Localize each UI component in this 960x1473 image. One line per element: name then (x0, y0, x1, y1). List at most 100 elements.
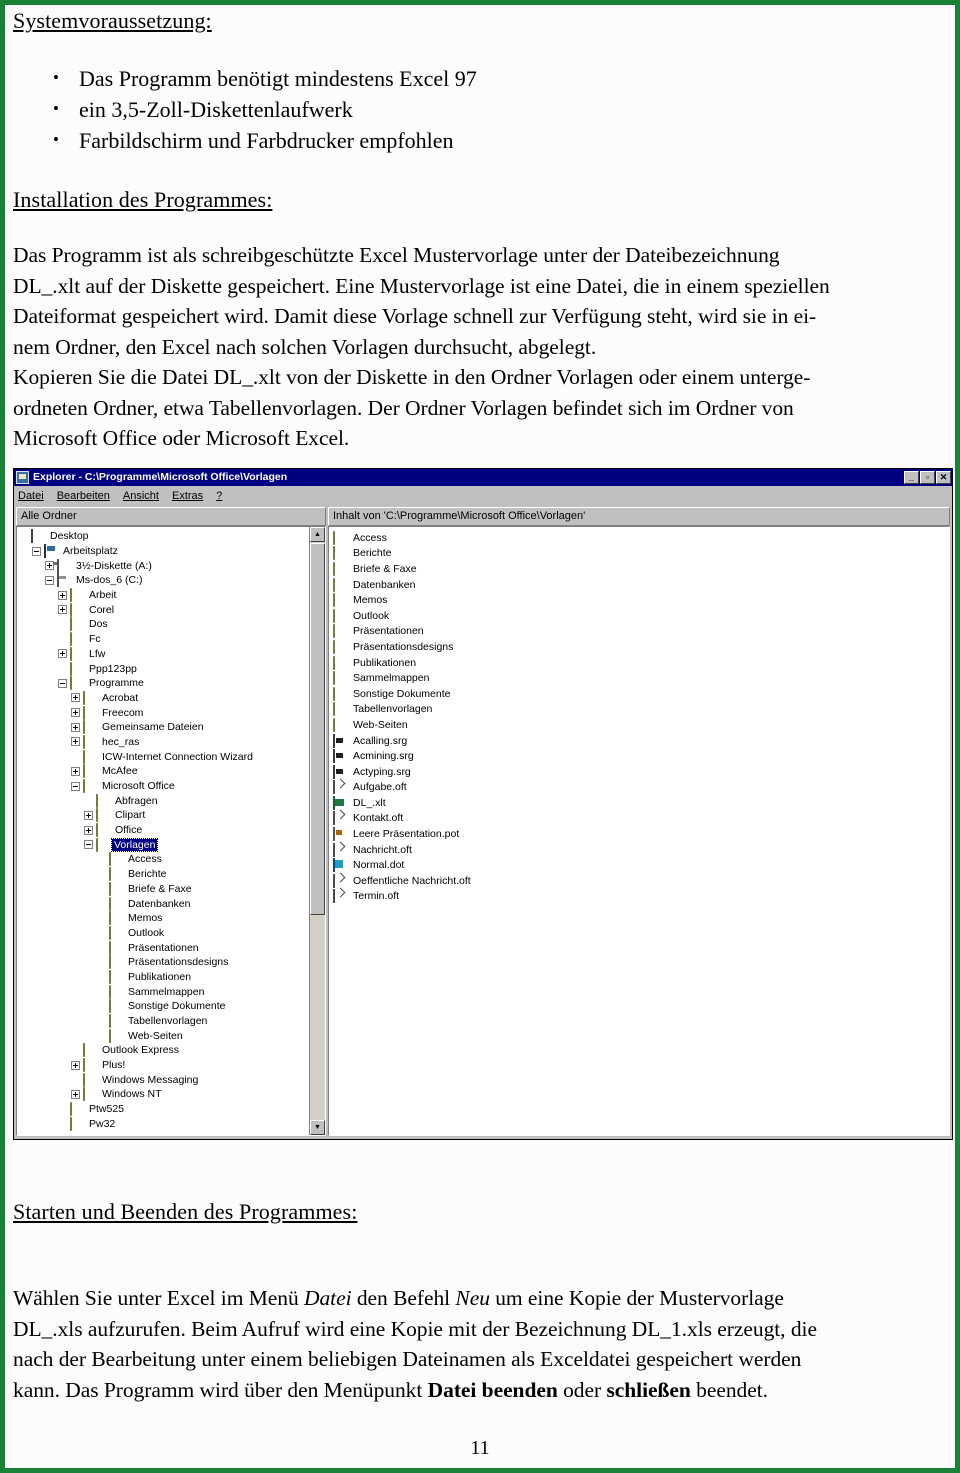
expand-icon[interactable] (71, 1089, 80, 1099)
folder-tree[interactable]: Desktop Arbeitsplatz 3½-Diskette (A:) Ms-do… (17, 527, 308, 1135)
tree-item[interactable]: Berichte (19, 867, 308, 882)
tree-item[interactable]: Acrobat (19, 690, 308, 706)
tree-item[interactable]: Präsentationsdesigns (19, 955, 308, 970)
tree-item[interactable]: Fc (19, 632, 308, 647)
tree-item[interactable]: Gemeinsame Dateien (19, 720, 308, 735)
collapse-icon[interactable] (32, 546, 41, 556)
file-list-item[interactable]: Access (333, 530, 949, 546)
tree-scroll-down-button[interactable]: ▼ (310, 1120, 325, 1135)
column-header-contents[interactable]: Inhalt von 'C:\Programme\Microsoft Offic… (328, 507, 950, 526)
tree-item[interactable]: Clipart (19, 808, 308, 823)
menu-datei[interactable]: Datei (18, 489, 44, 503)
collapse-icon[interactable] (58, 678, 67, 688)
collapse-icon[interactable] (84, 840, 93, 850)
tree-item[interactable]: Dos (19, 617, 308, 632)
file-list-item[interactable]: Präsentationsdesigns (333, 639, 949, 655)
tree-item[interactable]: Web-Seiten (19, 1028, 308, 1043)
tree-item[interactable]: Ppp123pp (19, 661, 308, 676)
file-list-item[interactable]: Acalling.srg (333, 733, 949, 749)
tree-item[interactable]: Lfw (19, 646, 308, 662)
file-list-item[interactable]: Sonstige Dokumente (333, 686, 949, 702)
tree-item[interactable]: Microsoft Office (19, 779, 308, 794)
file-list-item[interactable]: Briefe & Faxe (333, 561, 949, 577)
file-list-item[interactable]: Berichte (333, 546, 949, 562)
tree-item[interactable]: Programme (19, 676, 308, 691)
file-list-item[interactable]: Datenbanken (333, 577, 949, 593)
tree-item[interactable]: Memos (19, 911, 308, 926)
tree-item[interactable]: Freecom (19, 705, 308, 720)
tree-item[interactable]: Outlook (19, 925, 308, 941)
tree-item[interactable]: hec_ras (19, 734, 308, 750)
tree-item[interactable]: Präsentationen (19, 940, 308, 955)
tree-item[interactable]: Corel (19, 602, 308, 617)
menu-bearbeiten[interactable]: Bearbeiten (57, 489, 110, 503)
tree-item[interactable]: Arbeit (19, 588, 308, 603)
tree-item[interactable]: Vorlagen (19, 837, 308, 852)
tree-item[interactable]: Abfragen (19, 793, 308, 808)
expand-icon[interactable] (71, 737, 80, 747)
expand-icon[interactable] (84, 810, 93, 820)
tree-item[interactable]: Desktop (19, 529, 308, 544)
tree-item[interactable]: Publikationen (19, 969, 308, 985)
close-button[interactable]: ✕ (936, 471, 951, 484)
expand-icon[interactable] (71, 722, 80, 732)
menu-ansicht[interactable]: Ansicht (123, 489, 159, 503)
file-list-item[interactable]: Oeffentliche Nachricht.oft (333, 873, 949, 889)
tree-item[interactable]: Briefe & Faxe (19, 881, 308, 897)
tree-item[interactable]: Outlook Express (19, 1043, 308, 1058)
file-list-item[interactable]: Präsentationen (333, 624, 949, 640)
expand-icon[interactable] (58, 649, 67, 659)
tree-item[interactable]: Access (19, 852, 308, 867)
tree-item[interactable]: McAfee (19, 764, 308, 779)
file-list[interactable]: Access Berichte Briefe & Faxe Datenbanken Me… (329, 527, 949, 1135)
column-header-all-folders[interactable]: Alle Ordner (16, 507, 326, 526)
menu-help[interactable]: ? (216, 489, 222, 503)
file-list-item[interactable]: Tabellenvorlagen (333, 702, 949, 718)
file-list-item[interactable]: Nachricht.oft (333, 842, 949, 858)
file-list-item[interactable]: Leere Präsentation.pot (333, 826, 949, 842)
expand-icon[interactable] (71, 693, 80, 703)
collapse-icon[interactable] (45, 575, 54, 585)
menu-extras[interactable]: Extras (172, 489, 203, 503)
tree-item[interactable]: Windows NT (19, 1087, 308, 1102)
tree-item[interactable]: Plus! (19, 1058, 308, 1073)
tree-item[interactable]: Ptw525 (19, 1102, 308, 1117)
tree-item[interactable]: Office (19, 823, 308, 838)
file-list-item[interactable]: Web-Seiten (333, 717, 949, 733)
file-list-item[interactable]: Termin.oft (333, 889, 949, 905)
expand-icon[interactable] (58, 605, 67, 615)
tree-item[interactable]: Pw32 (19, 1116, 308, 1132)
file-list-item[interactable]: Kontakt.oft (333, 811, 949, 827)
tree-item[interactable]: Sammelmappen (19, 984, 308, 999)
expand-icon[interactable] (58, 590, 67, 600)
file-list-item[interactable]: Sammelmappen (333, 670, 949, 686)
file-list-item[interactable]: DL_.xlt (333, 795, 949, 811)
file-list-item[interactable]: Normal.dot (333, 857, 949, 873)
file-list-item[interactable]: Publikationen (333, 655, 949, 671)
tree-item[interactable]: Windows Messaging (19, 1072, 308, 1087)
file-list-item[interactable]: Memos (333, 592, 949, 608)
folder-tree-pane[interactable]: Desktop Arbeitsplatz 3½-Diskette (A:) Ms-do… (16, 526, 326, 1136)
file-list-pane[interactable]: Access Berichte Briefe & Faxe Datenbanken Me… (328, 526, 950, 1136)
tree-item[interactable]: Tabellenvorlagen (19, 1014, 308, 1029)
tree-item[interactable]: ICW-Internet Connection Wizard (19, 749, 308, 764)
file-list-item[interactable]: Actyping.srg (333, 764, 949, 780)
tree-item[interactable]: Ms-dos_6 (C:) (19, 573, 308, 588)
collapse-icon[interactable] (71, 781, 80, 791)
tree-item[interactable]: Arbeitsplatz (19, 544, 308, 559)
file-list-item[interactable]: Aufgabe.oft (333, 780, 949, 796)
expand-icon[interactable] (71, 708, 80, 718)
minimize-button[interactable]: _ (904, 471, 919, 484)
tree-scrollbar[interactable]: ▲ ▼ (309, 527, 325, 1135)
expand-icon[interactable] (71, 1060, 80, 1070)
expand-icon[interactable] (84, 825, 93, 835)
expand-icon[interactable] (71, 766, 80, 776)
tree-scrollbar-thumb[interactable] (310, 543, 325, 915)
restore-button[interactable]: ▫ (920, 471, 935, 484)
file-list-item[interactable]: Outlook (333, 608, 949, 624)
file-list-item[interactable]: Acmining.srg (333, 748, 949, 764)
tree-item[interactable]: 3½-Diskette (A:) (19, 558, 308, 573)
tree-item[interactable]: Sonstige Dokumente (19, 999, 308, 1014)
tree-item[interactable]: Datenbanken (19, 896, 308, 911)
tree-scroll-up-button[interactable]: ▲ (310, 527, 325, 542)
